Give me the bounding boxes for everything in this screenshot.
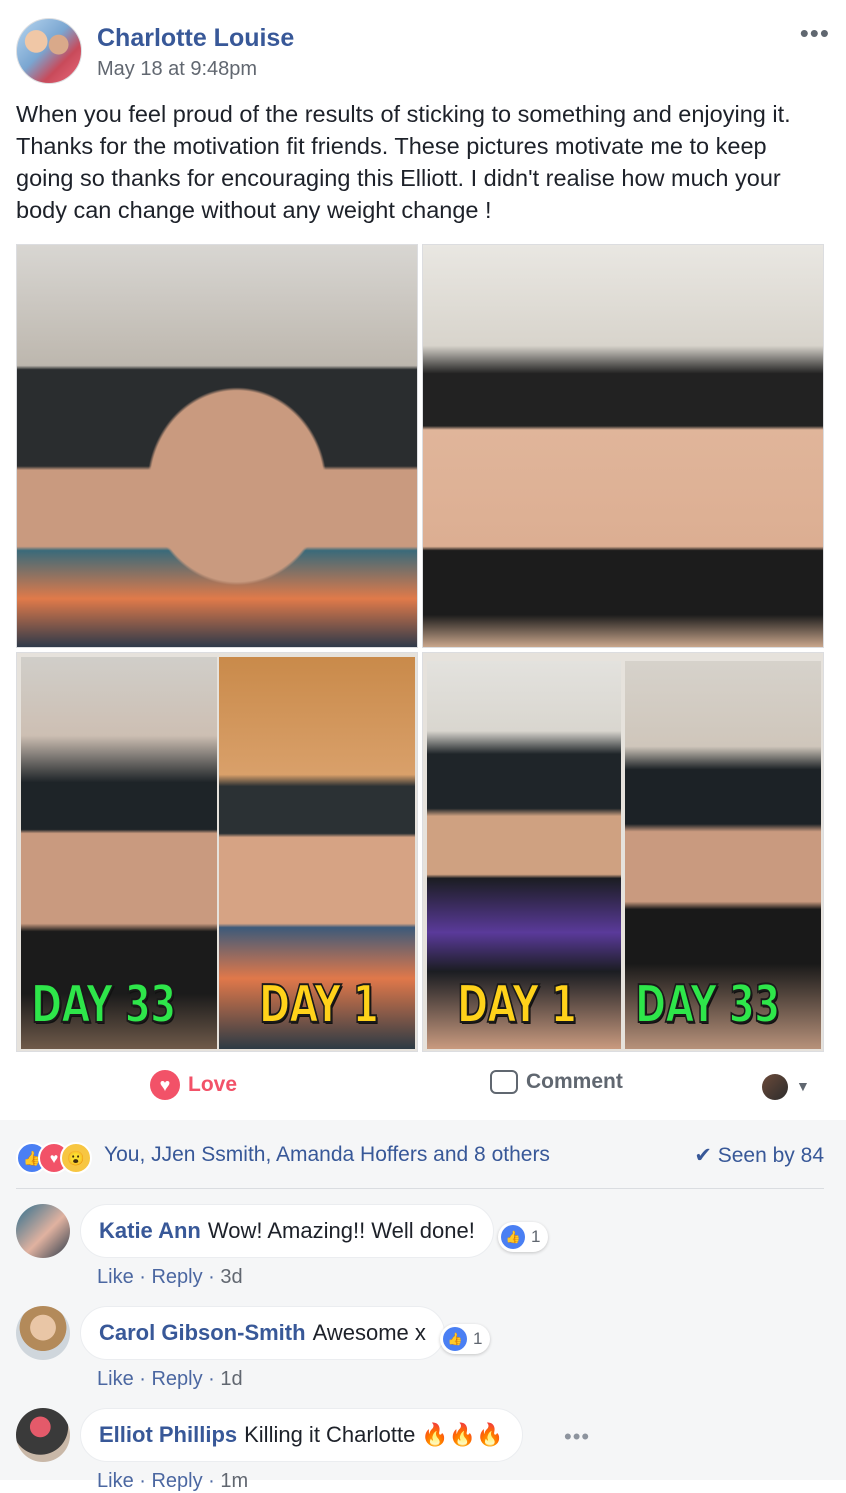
comment-bubble: Katie Ann Wow! Amazing!! Well done!	[80, 1204, 494, 1258]
photo-bottom-right[interactable]: DAY 1 DAY 33	[422, 652, 824, 1052]
day-label: DAY 33	[634, 974, 781, 1036]
comment-text: Killing it Charlotte 🔥🔥🔥	[244, 1422, 504, 1447]
more-options-icon[interactable]: •••	[800, 18, 830, 49]
post-text: When you feel proud of the results of st…	[16, 101, 791, 223]
author-avatar[interactable]	[16, 18, 82, 84]
day-label: DAY 33	[30, 974, 177, 1036]
wow-reaction-icon: 😮	[60, 1142, 92, 1174]
photo-day1-side: DAY 1	[219, 657, 415, 1049]
comment-meta: Like · Reply · 3d	[97, 1266, 243, 1288]
reply-link[interactable]: Reply	[151, 1266, 202, 1288]
comment-time[interactable]: 1d	[220, 1368, 242, 1390]
commenter-avatar[interactable]	[16, 1204, 70, 1258]
day-label: DAY 1	[258, 974, 379, 1036]
commenter-name[interactable]: Katie Ann	[99, 1218, 201, 1244]
like-icon: 👍	[443, 1327, 467, 1351]
like-icon: 👍	[501, 1225, 525, 1249]
photo-bottom-left[interactable]: DAY 33 DAY 1	[16, 652, 418, 1052]
comment-time[interactable]: 1m	[220, 1470, 248, 1492]
comment-button[interactable]: Comment	[490, 1070, 623, 1094]
photo-day1-front: DAY 1	[427, 661, 621, 1049]
like-count: 1	[473, 1329, 483, 1348]
photo-top-right[interactable]	[422, 244, 824, 648]
comment-bubble: Carol Gibson-Smith Awesome x	[80, 1306, 445, 1360]
comment: Carol Gibson-Smith Awesome x 👍 1 Like · …	[16, 1306, 824, 1396]
commenter-avatar[interactable]	[16, 1408, 70, 1462]
author-name[interactable]: Charlotte Louise	[97, 24, 294, 53]
comment-bubble: Elliot Phillips Killing it Charlotte 🔥🔥🔥	[80, 1408, 523, 1462]
reactors-summary[interactable]: You, JJen Ssmith, Amanda Hoffers and 8 o…	[104, 1143, 550, 1167]
viewer-avatar[interactable]	[762, 1074, 788, 1100]
reaction-icons[interactable]: 👍 ♥ 😮	[16, 1142, 100, 1174]
photo-day33-front: DAY 33	[625, 661, 821, 1049]
comment-reaction-count[interactable]: 👍 1	[498, 1222, 549, 1252]
seen-count[interactable]: ✔ Seen by 84	[694, 1143, 824, 1168]
comment-reaction-count[interactable]: 👍 1	[440, 1324, 491, 1354]
comment-meta: Like · Reply · 1d	[97, 1368, 243, 1390]
commenter-avatar[interactable]	[16, 1306, 70, 1360]
reactions-row: 👍 ♥ 😮 You, JJen Ssmith, Amanda Hoffers a…	[16, 1140, 824, 1174]
like-link[interactable]: Like	[97, 1368, 134, 1390]
comment-text: Wow! Amazing!! Well done!	[207, 1218, 475, 1243]
like-link[interactable]: Like	[97, 1266, 134, 1288]
reply-link[interactable]: Reply	[151, 1470, 202, 1492]
chevron-down-icon[interactable]: ▼	[796, 1078, 810, 1094]
comment-text: Awesome x	[312, 1320, 426, 1345]
photo-day33-side: DAY 33	[21, 657, 217, 1049]
comment-label: Comment	[526, 1070, 623, 1093]
love-button[interactable]: ♥ Love	[150, 1070, 237, 1100]
like-link[interactable]: Like	[97, 1470, 134, 1492]
post-header: Charlotte Louise May 18 at 9:48pm •••	[16, 16, 834, 88]
commenter-name[interactable]: Elliot Phillips	[99, 1422, 237, 1448]
love-label: Love	[188, 1073, 238, 1096]
comment: Katie Ann Wow! Amazing!! Well done! 👍 1 …	[16, 1204, 824, 1294]
post-timestamp[interactable]: May 18 at 9:48pm	[97, 58, 257, 81]
reply-link[interactable]: Reply	[151, 1368, 202, 1390]
comment: Elliot Phillips Killing it Charlotte 🔥🔥🔥…	[16, 1408, 824, 1492]
comment-icon	[490, 1070, 518, 1094]
post-actions: ♥ Love Comment ▼	[0, 1060, 846, 1118]
divider	[16, 1188, 824, 1189]
like-count: 1	[531, 1227, 541, 1246]
heart-icon: ♥	[150, 1070, 180, 1100]
commenter-name[interactable]: Carol Gibson-Smith	[99, 1320, 306, 1346]
comment-meta: Like · Reply · 1m	[97, 1470, 249, 1492]
day-label: DAY 1	[456, 974, 577, 1036]
photo-top-left[interactable]	[16, 244, 418, 648]
comment-time[interactable]: 3d	[220, 1266, 242, 1288]
comment-more-icon[interactable]: •••	[564, 1424, 590, 1450]
